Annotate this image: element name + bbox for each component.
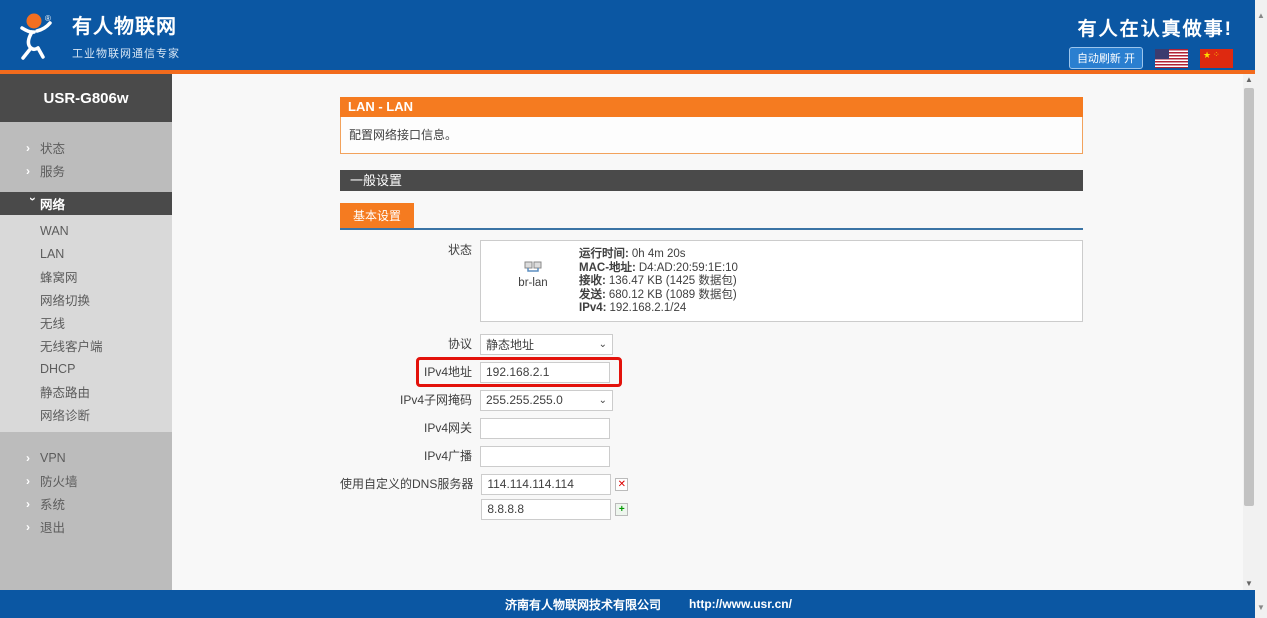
- chevron-right-icon: ›: [26, 451, 40, 465]
- dns-server-input-2[interactable]: [481, 499, 611, 520]
- ipv4-netmask-label: IPv4子网掩码: [340, 390, 480, 411]
- sidebar-item-services[interactable]: › 服务: [0, 159, 172, 182]
- sidebar-item-network[interactable]: › 网络: [0, 192, 172, 215]
- top-header: ® 有人物联网 工业物联网通信专家 有人在认真做事! 自动刷新 开: [0, 0, 1255, 70]
- add-icon[interactable]: +: [615, 503, 628, 516]
- page-description: 配置网络接口信息。: [340, 117, 1083, 154]
- chevron-right-icon: ›: [26, 474, 40, 488]
- footer-company: 济南有人物联网技术有限公司: [505, 596, 661, 613]
- sidebar-item-status[interactable]: › 状态: [0, 136, 172, 159]
- chevron-right-icon: ›: [26, 141, 40, 155]
- header-slogan: 有人在认真做事!: [1069, 14, 1233, 41]
- tab-basic-settings[interactable]: 基本设置: [340, 203, 414, 228]
- brand-logo: ® 有人物联网 工业物联网通信专家: [12, 10, 180, 61]
- browser-scrollbar: ▲ ▼: [1255, 0, 1267, 618]
- chevron-right-icon: ›: [26, 164, 40, 178]
- device-name: USR-G806w: [0, 74, 172, 122]
- ipv4-address-label: IPv4地址: [340, 362, 480, 383]
- dns-server-input-1[interactable]: [481, 474, 611, 495]
- protocol-select[interactable]: 静态地址 ⌄: [480, 334, 613, 355]
- chevron-down-icon: ›: [26, 197, 40, 211]
- us-flag-icon[interactable]: [1155, 49, 1188, 68]
- usr-logo-icon: ®: [12, 11, 62, 61]
- sidebar-item-vpn[interactable]: › VPN: [0, 446, 172, 469]
- protocol-label: 协议: [340, 334, 480, 355]
- cn-flag-icon[interactable]: [1200, 49, 1233, 68]
- sidebar-item-wireless-client[interactable]: 无线客户端: [0, 334, 172, 357]
- ipv4-gateway-input[interactable]: [480, 418, 610, 439]
- page-title: LAN - LAN: [340, 97, 1083, 117]
- sidebar-nav: USR-G806w › 状态 › 服务 › 网络 WAN LAN 蜂窝网 网络切…: [0, 74, 172, 590]
- scroll-down-icon[interactable]: ▼: [1255, 602, 1267, 614]
- scroll-up-icon[interactable]: ▲: [1243, 74, 1255, 86]
- logo-subtitle: 工业物联网通信专家: [72, 45, 180, 61]
- ipv4-gateway-label: IPv4网关: [340, 418, 480, 439]
- section-general-settings: 一般设置: [340, 170, 1083, 191]
- br-lan-icon: [487, 260, 579, 277]
- ipv4-address-input[interactable]: [480, 362, 610, 383]
- chevron-right-icon: ›: [26, 520, 40, 534]
- sidebar-item-network-diagnostics[interactable]: 网络诊断: [0, 403, 172, 426]
- sidebar-item-firewall[interactable]: › 防火墙: [0, 469, 172, 492]
- interface-status-box: br-lan 运行时间:0h 4m 20s MAC-地址:D4:AD:20:59…: [480, 240, 1083, 322]
- chevron-right-icon: ›: [26, 497, 40, 511]
- sidebar-item-wan[interactable]: WAN: [0, 219, 172, 242]
- logo-title: 有人物联网: [72, 10, 180, 39]
- chevron-down-icon: ⌄: [599, 339, 607, 350]
- app-window: ® 有人物联网 工业物联网通信专家 有人在认真做事! 自动刷新 开: [0, 0, 1255, 618]
- sidebar-item-wireless[interactable]: 无线: [0, 311, 172, 334]
- ipv4-broadcast-label: IPv4广播: [340, 446, 480, 467]
- scrollbar-thumb[interactable]: [1244, 88, 1254, 506]
- footer-url-link[interactable]: http://www.usr.cn/: [689, 597, 792, 611]
- status-label: 状态: [340, 240, 480, 261]
- tab-bar: 基本设置: [340, 203, 1083, 230]
- sidebar-item-logout[interactable]: › 退出: [0, 515, 172, 538]
- chevron-down-icon: ⌄: [599, 395, 607, 406]
- page-footer: 济南有人物联网技术有限公司 http://www.usr.cn/: [0, 590, 1255, 618]
- sidebar-item-lan[interactable]: LAN: [0, 242, 172, 265]
- ipv4-netmask-select[interactable]: 255.255.255.0 ⌄: [480, 390, 613, 411]
- scroll-down-icon[interactable]: ▼: [1243, 578, 1255, 590]
- sidebar-item-dhcp[interactable]: DHCP: [0, 357, 172, 380]
- main-content: LAN - LAN 配置网络接口信息。 一般设置 基本设置 状态: [172, 74, 1243, 590]
- sidebar-item-cellular[interactable]: 蜂窝网: [0, 265, 172, 288]
- custom-dns-label: 使用自定义的DNS服务器: [340, 474, 481, 495]
- sidebar-item-network-switch[interactable]: 网络切换: [0, 288, 172, 311]
- sidebar-item-system[interactable]: › 系统: [0, 492, 172, 515]
- interface-name: br-lan: [487, 277, 579, 289]
- auto-refresh-toggle[interactable]: 自动刷新 开: [1069, 47, 1143, 69]
- content-scrollbar: ▲ ▼: [1243, 74, 1255, 590]
- status-detail-lines: 运行时间:0h 4m 20s MAC-地址:D4:AD:20:59:1E:10 …: [579, 246, 738, 316]
- delete-icon[interactable]: ✕: [615, 478, 628, 491]
- ipv4-broadcast-input[interactable]: [480, 446, 610, 467]
- scroll-up-icon[interactable]: ▲: [1255, 10, 1267, 22]
- sidebar-item-static-route[interactable]: 静态路由: [0, 380, 172, 403]
